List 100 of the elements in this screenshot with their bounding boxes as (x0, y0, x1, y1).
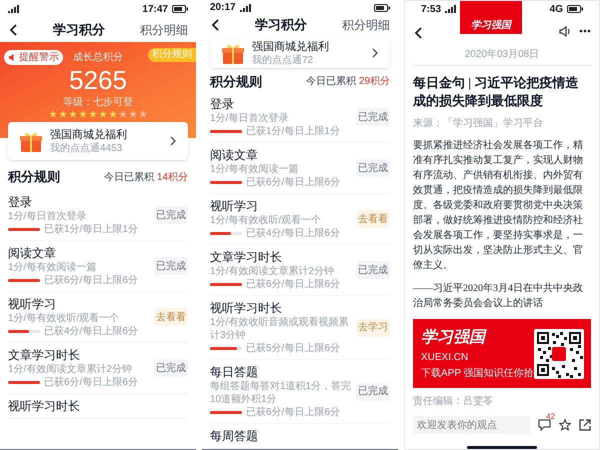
speaker-icon[interactable] (559, 26, 571, 37)
rule-title: 每日答题 (210, 364, 259, 380)
status-time: 7:53 (421, 2, 442, 17)
rule-description: 1分/每日首次登录 (210, 112, 290, 125)
star-icon (99, 110, 107, 118)
back-icon[interactable] (413, 26, 423, 40)
star-icon (59, 110, 67, 118)
rule-title: 文章学习时长 (210, 249, 283, 265)
article-date: 2020年03月08日 (413, 49, 591, 66)
rule-description: 1分/每有效收听/观看一个 (8, 312, 120, 325)
gift-icon (222, 42, 244, 64)
status-button[interactable]: 去学习 (356, 318, 390, 336)
rule-title: 视听学习时长 (210, 300, 283, 316)
today-points: 今日已累积 29积分 (306, 75, 390, 90)
rule-title: 文章学习时长 (8, 347, 81, 363)
quote-attribution: ——习近平2020年3月4日在中共中央政治局常务委员会会议上的讲话 (413, 282, 584, 312)
battery-icon (374, 4, 390, 12)
rule-description: 1分/有效收听音频或观看视频累计3分钟 (210, 316, 350, 342)
rule-title: 登录 (8, 194, 33, 210)
star-icon (139, 110, 147, 118)
today-points: 今日已累积 14积分 (104, 170, 188, 184)
status-text: 17:47 (142, 2, 168, 16)
progress-text: 已获6分/每日上限6分 (246, 278, 340, 291)
status-button[interactable]: 已完成 (154, 359, 188, 377)
editor-credit: 责任编辑：吕雯苓 (413, 396, 494, 408)
progress-text: 已获1分/每日上限1分 (44, 223, 138, 236)
article-title: 每日金句 | 习近平论把疫情造成的损失降到最低限度 (413, 74, 580, 110)
section-title: 积分规则 (210, 73, 262, 92)
star-icon (109, 110, 117, 118)
status-button[interactable]: 已完成 (154, 206, 188, 224)
article-source: 来源：「学习强国」学习平台 (413, 118, 544, 130)
brand-domain: XUEXI.CN (421, 352, 470, 364)
chevron-right-icon (372, 48, 378, 58)
mall-card[interactable]: 强国商城兑福利 我的点点通4453 (8, 122, 188, 160)
mall-title: 强国商城兑福利 (252, 40, 330, 54)
progress-text: 已获6分/每日上限6分 (44, 274, 138, 287)
progress-text: 已获1分/每日上限1分 (246, 125, 340, 138)
gift-icon (20, 130, 42, 152)
star-icon (129, 110, 137, 118)
star-icon (89, 110, 97, 118)
star-icon (49, 110, 57, 118)
score-label: 成长总积分 (73, 50, 123, 65)
qr-code-icon (534, 328, 584, 379)
mall-title: 强国商城兑福利 (50, 128, 128, 142)
level-text: 等级：七步可登 (63, 96, 133, 110)
more-icon[interactable] (579, 29, 591, 34)
status-button[interactable]: 去看看 (356, 210, 390, 228)
progress-text: 已获6分/每日上限6分 (246, 176, 340, 189)
status-button[interactable]: 已完成 (154, 257, 188, 275)
battery-icon (567, 5, 583, 14)
rule-description: 1分/有效阅读文章累计2分钟 (8, 363, 133, 376)
share-icon[interactable] (579, 419, 591, 432)
signal-icon (240, 4, 252, 12)
signal-icon (445, 5, 458, 14)
progress-text: 已获5分/每日上限6分 (246, 342, 340, 355)
back-icon[interactable] (8, 23, 18, 37)
comment-count: 42 (546, 411, 555, 424)
status-text: 4G (550, 2, 563, 17)
rule-title: 阅读文章 (8, 245, 57, 261)
progress-text: 已获6分/每日上限6分 (44, 376, 138, 389)
mall-card[interactable]: 强国商城兑福利 我的点点通72 (210, 38, 390, 68)
details-link[interactable]: 积分明细 (140, 21, 188, 39)
logo-text: 学习强国 (471, 20, 511, 32)
rule-title: 视听学习 (210, 198, 259, 214)
section-title: 积分规则 (8, 168, 60, 186)
progress-text: 已获6分/每日上限6分 (246, 406, 340, 419)
details-link[interactable]: 积分明细 (342, 16, 390, 34)
chevron-right-icon (170, 136, 176, 146)
status-button[interactable]: 已完成 (356, 108, 390, 126)
star-icon (69, 110, 77, 118)
status-time: 20:17 (210, 1, 236, 15)
comment-icon[interactable] (538, 419, 551, 432)
status-button[interactable]: 已完成 (356, 159, 390, 177)
warning-badge[interactable]: 提醒警示 (4, 50, 63, 65)
mall-subtitle: 我的点点通4453 (50, 142, 124, 154)
status-button[interactable]: 已完成 (356, 382, 390, 400)
progress-text: 已获4分/每日上限6分 (44, 325, 138, 338)
back-icon[interactable] (210, 18, 220, 32)
star-icon[interactable] (559, 419, 571, 432)
article-body: 要抓紧推进经济社会发展各项工作，精准有序扎实推动复工复产，实现人财物有序流动、产供销有机衔接、内外贸有效贯通，把疫情造成的损失降到最低限度。各级党委和政府要贯彻党中央决策部署，做好统筹推进疫情防控和经济社会发展各项工作，要坚持实事求是，一切从实际出发，坚决防止形式主义、官僚主义。 (413, 138, 584, 274)
rule-description: 每组答题每答对1道积1分，答完10道额外积1分 (210, 380, 352, 406)
rule-title: 每周答题 (210, 428, 259, 444)
page-title: 学习积分 (53, 21, 105, 40)
star-icon (79, 110, 87, 118)
banner-tagline: 下载APP 强国知识任你拾 (421, 368, 534, 380)
total-score: 5265 (69, 65, 127, 95)
page-title: 学习积分 (255, 16, 307, 34)
rule-description: 1分/有效阅读文章累计2分钟 (210, 265, 335, 278)
status-button[interactable]: 去看看 (154, 308, 188, 326)
battery-icon (172, 5, 188, 13)
brand-name: 学习强国 (421, 328, 488, 348)
status-button[interactable]: 已完成 (356, 261, 390, 279)
comment-field[interactable]: 欢迎发表你的观点 (413, 416, 530, 434)
rule-description: 1分/每日首次登录 (8, 210, 88, 223)
signal-icon (8, 5, 20, 13)
rule-title: 视听学习 (8, 296, 57, 312)
star-icon (119, 110, 127, 118)
home-indicator (467, 446, 537, 449)
rule-description: 1分/每有效收听/观看一个 (210, 214, 322, 227)
rule-description: 1分/每有效阅读一篇 (210, 163, 300, 176)
